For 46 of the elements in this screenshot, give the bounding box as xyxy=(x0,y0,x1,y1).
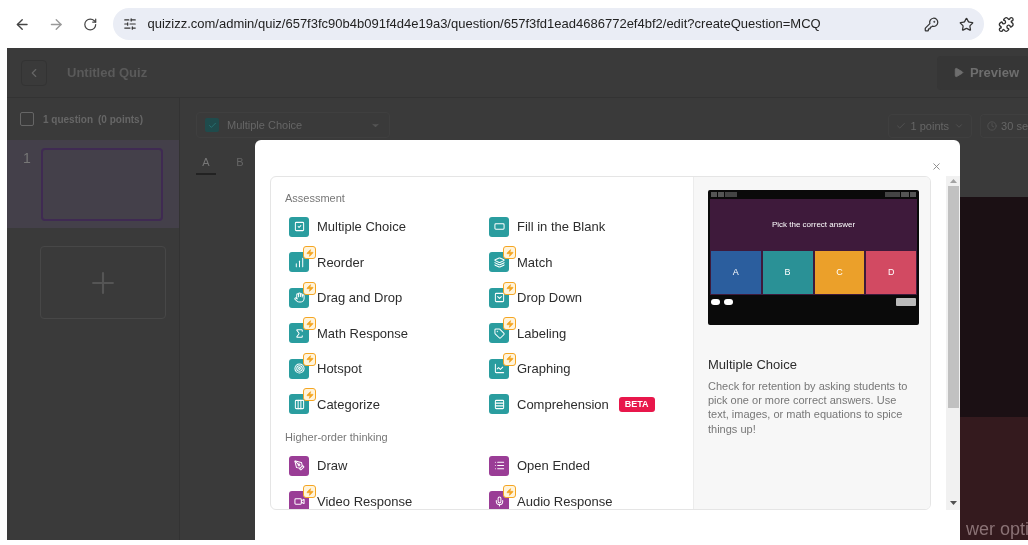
scrollbar-thumb[interactable] xyxy=(947,186,959,408)
answer-tile: D xyxy=(866,251,916,294)
beta-tag: BETA xyxy=(618,396,655,412)
question-type-option[interactable]: Multiple Choice xyxy=(317,217,406,237)
prompt-text: Pick the correct answer xyxy=(771,219,856,231)
section-heading: Assessment xyxy=(285,191,346,205)
address-bar[interactable]: quizizz.com/admin/quiz/657f3fc90b4b091f4d4e19a3/question/657f3fd1ead4686772ef4bf2/edit?createQuestion=MCQ xyxy=(113,8,984,40)
answer-tile: C xyxy=(814,251,865,294)
question-type-option[interactable]: Comprehension xyxy=(517,394,609,414)
question-type-option[interactable]: Hotspot xyxy=(317,359,362,379)
select-all-checkbox[interactable] xyxy=(20,112,34,126)
close-button[interactable] xyxy=(930,160,942,172)
check-square-icon xyxy=(205,118,219,132)
question-type-option[interactable]: Categorize xyxy=(317,394,380,414)
question-type-option[interactable]: Drag and Drop xyxy=(317,288,403,308)
site-settings-icon[interactable] xyxy=(123,17,138,31)
question-type-option[interactable]: Math Response xyxy=(317,323,409,343)
question-type-option[interactable]: Graphing xyxy=(517,359,571,379)
question-type-option[interactable]: Audio Response xyxy=(517,491,613,509)
section-heading: Higher-order thinking xyxy=(285,430,389,444)
controls-drawing xyxy=(711,298,733,305)
question-type-option[interactable]: Match xyxy=(517,252,553,272)
key-icon[interactable] xyxy=(923,16,939,32)
play-icon xyxy=(952,67,964,78)
star-icon[interactable] xyxy=(958,16,974,32)
question-type-option[interactable]: Fill in the Blank xyxy=(517,217,606,237)
question-type-option[interactable]: Draw xyxy=(317,456,348,476)
submit-drawing xyxy=(896,297,916,306)
url-text: quizizz.com/admin/quiz/657f3fc90b4b091f4d4e19a3/question/657f3fd1ead4686772ef4bf2/edit?createQuestion=MCQ xyxy=(147,15,821,34)
question-type-option[interactable]: Open Ended xyxy=(517,456,590,476)
toolbar-drawing xyxy=(885,192,916,197)
scrollbar[interactable] xyxy=(946,176,960,510)
answer-tile: A xyxy=(711,251,761,294)
reload-icon[interactable] xyxy=(82,16,98,32)
toolbar-drawing xyxy=(711,192,737,197)
type-description: Check for retention by asking students to pick one or more correct answers. Use text, images, or math equations to spice things up! xyxy=(708,378,909,437)
extensions-icon[interactable] xyxy=(997,15,1014,33)
scroll-up-icon[interactable] xyxy=(949,179,957,183)
question-type-option[interactable]: Reorder xyxy=(317,252,364,272)
question-type-option[interactable]: Drop Down xyxy=(517,288,583,308)
question-type-option[interactable]: Video Response xyxy=(317,491,413,509)
answer-tile: B xyxy=(762,251,813,294)
scroll-down-icon[interactable] xyxy=(949,501,957,505)
type-title: Multiple Choice xyxy=(708,356,798,374)
question-type-option[interactable]: Labeling xyxy=(517,323,567,343)
answer-options-label: wer opti xyxy=(966,518,1028,540)
